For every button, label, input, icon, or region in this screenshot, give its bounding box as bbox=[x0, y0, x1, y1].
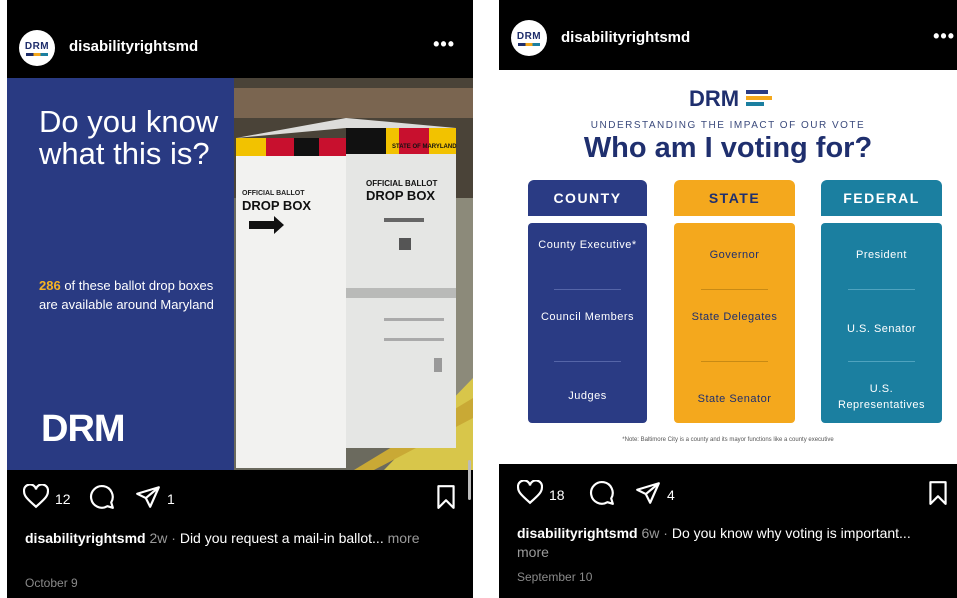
post-actions: 12 1 bbox=[7, 480, 473, 516]
avatar-logo-bar bbox=[26, 52, 48, 56]
stat-description: of these ballot drop boxes are available… bbox=[39, 278, 214, 312]
bookmark-icon[interactable] bbox=[925, 480, 951, 506]
post-caption: disabilityrightsmd 2w · Did you request … bbox=[25, 529, 445, 548]
post-image[interactable]: DRM UNDERSTANDING THE IMPACT OF OUR VOTE… bbox=[499, 70, 957, 464]
avatar-logo-text: DRM bbox=[516, 30, 542, 42]
footnote: *Note: Baltimore City is a county and it… bbox=[622, 437, 834, 443]
heart-icon[interactable] bbox=[23, 484, 49, 510]
caption-time: 2w bbox=[149, 530, 168, 546]
username[interactable]: disabilityrightsmd bbox=[69, 38, 198, 55]
share-count: 1 bbox=[167, 491, 175, 507]
headline: Do you know what this is? bbox=[39, 104, 219, 171]
caption-time: 6w bbox=[641, 525, 660, 541]
caption-more-link[interactable]: more bbox=[517, 544, 549, 560]
avatar[interactable]: DRM bbox=[19, 30, 55, 66]
caption-username[interactable]: disabilityrightsmd bbox=[25, 530, 146, 546]
federal-item-3: U.S. Representatives bbox=[838, 383, 925, 411]
caption-separator: · bbox=[663, 525, 668, 541]
post-header: DRM disabilityrightsmd ••• bbox=[499, 0, 957, 70]
county-column: County Executive* Council Members Judges bbox=[528, 223, 647, 423]
divider bbox=[554, 361, 621, 362]
heart-icon[interactable] bbox=[517, 480, 543, 506]
infographic-title: Who am I voting for? bbox=[583, 132, 873, 164]
comment-icon[interactable] bbox=[89, 484, 115, 510]
post-actions: 18 4 bbox=[499, 476, 957, 512]
avatar-logo-text: DRM bbox=[24, 40, 50, 52]
state-item-1: Governor bbox=[709, 249, 760, 261]
drm-logo-bars bbox=[746, 90, 776, 106]
divider bbox=[847, 361, 916, 362]
instagram-post-2: DRM disabilityrightsmd ••• DRM UNDERSTAN… bbox=[499, 0, 957, 598]
county-item-1: County Executive* bbox=[538, 239, 637, 251]
caption-separator: · bbox=[171, 530, 176, 546]
stat-number: 286 bbox=[39, 278, 61, 293]
drm-logo: DRM bbox=[41, 408, 126, 450]
federal-column: President U.S. Senator U.S. Representati… bbox=[821, 223, 942, 423]
caption-more-link[interactable]: more bbox=[388, 530, 420, 546]
comment-icon[interactable] bbox=[589, 480, 615, 506]
post-date: October 9 bbox=[25, 576, 78, 590]
caption-text: Did you request a mail-in ballot... bbox=[179, 530, 384, 546]
post-header: DRM disabilityrightsmd ••• bbox=[7, 0, 473, 78]
instagram-post-1: DRM disabilityrightsmd ••• Do you know w… bbox=[7, 0, 473, 598]
divider bbox=[700, 289, 769, 290]
like-count: 18 bbox=[549, 487, 565, 503]
county-item-3: Judges bbox=[568, 390, 607, 402]
like-count: 12 bbox=[55, 491, 71, 507]
share-count: 4 bbox=[667, 487, 675, 503]
username[interactable]: disabilityrightsmd bbox=[561, 29, 690, 46]
state-item-3: State Senator bbox=[697, 393, 772, 405]
divider bbox=[700, 361, 769, 362]
info-panel: Do you know what this is? 286 of these b… bbox=[7, 78, 234, 470]
county-header: COUNTY bbox=[528, 180, 647, 216]
more-options-icon[interactable]: ••• bbox=[933, 26, 955, 47]
state-header: STATE bbox=[674, 180, 795, 216]
state-column: Governor State Delegates State Senator bbox=[674, 223, 795, 423]
drm-logo: DRM bbox=[689, 86, 740, 111]
federal-item-2: U.S. Senator bbox=[847, 323, 916, 335]
drop-box-photo: OFFICIAL BALLOT DROP BOX OFFICIAL BALLOT… bbox=[234, 78, 473, 470]
send-icon[interactable] bbox=[635, 480, 661, 506]
box-state-label: STATE OF MARYLAND bbox=[392, 144, 457, 150]
avatar[interactable]: DRM bbox=[511, 20, 547, 56]
divider bbox=[847, 289, 916, 290]
scrollbar[interactable] bbox=[468, 460, 471, 500]
more-options-icon[interactable]: ••• bbox=[433, 34, 455, 55]
bookmark-icon[interactable] bbox=[433, 484, 459, 510]
post-image[interactable]: Do you know what this is? 286 of these b… bbox=[7, 78, 473, 470]
caption-username[interactable]: disabilityrightsmd bbox=[517, 525, 638, 541]
post-caption: disabilityrightsmd 6w · Do you know why … bbox=[517, 524, 937, 562]
caption-text: Do you know why voting is important... bbox=[671, 525, 911, 541]
county-item-2: Council Members bbox=[540, 311, 635, 323]
box-sign-line1b: OFFICIAL BALLOT bbox=[366, 179, 438, 188]
box-sign-line2b: DROP BOX bbox=[366, 188, 435, 203]
infographic-subtitle: UNDERSTANDING THE IMPACT OF OUR VOTE bbox=[590, 120, 866, 131]
state-item-2: State Delegates bbox=[691, 311, 778, 323]
send-icon[interactable] bbox=[135, 484, 161, 510]
federal-header: FEDERAL bbox=[821, 180, 942, 216]
divider bbox=[554, 289, 621, 290]
stat-text: 286 of these ballot drop boxes are avail… bbox=[39, 276, 219, 314]
box-sign-line1: OFFICIAL BALLOT bbox=[242, 190, 305, 197]
box-sign-line2: DROP BOX bbox=[242, 198, 311, 213]
avatar-logo-bar bbox=[518, 42, 540, 46]
post-date: September 10 bbox=[517, 570, 593, 584]
federal-item-1: President bbox=[856, 249, 907, 261]
